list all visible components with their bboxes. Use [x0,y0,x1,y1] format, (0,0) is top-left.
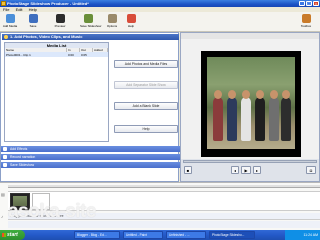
media-panel-title: 1. Add Photos, Video Clips, and Music [10,34,83,39]
maximize-button[interactable]: □ [306,1,312,6]
person [227,97,237,141]
person-head [242,90,250,99]
section-label: Record narration [10,155,36,159]
preview-button[interactable]: Preview [52,14,68,30]
preview-icon [55,14,65,23]
media-list[interactable]: Media List Name In Out Added Photo0001 -… [4,42,109,142]
section-record-narration[interactable]: Record narration [1,154,180,160]
options-button[interactable]: Options [104,14,120,30]
add-photos-button[interactable]: Add Photos and Media Files [114,60,178,68]
clock: 11:24 AM [303,233,318,237]
task-unfinished[interactable]: Unfinished - ... [166,231,206,239]
media-panel: 1. Add Photos, Video Clips, and Music Me… [0,32,180,182]
next-button[interactable]: ▸ [253,166,261,174]
help-icon [126,14,136,23]
section-save-slideshow[interactable]: Save Slideshow [1,162,180,168]
toolbar: Add Media Save Preview Save Slideshow Op… [0,12,320,32]
system-tray: 11:24 AM [285,230,320,240]
taskbar: start Blogger - Blog - Ed... Untitled - … [0,230,320,240]
save-slideshow-icon [83,14,93,23]
add-blank-slide-button[interactable]: Add a Blank Slide [114,102,178,110]
save-button[interactable]: Save [25,14,41,30]
person [255,97,265,141]
stop-button[interactable]: ■ [184,166,192,174]
video-track-icon: ▤ [1,192,5,197]
expand-icon [3,147,7,151]
toolbox-icon [301,14,311,23]
person [213,97,223,141]
person-head [228,90,236,99]
task-photostage[interactable]: PhotoStage Slidesho... [209,231,255,239]
person [269,97,279,141]
row-name: Photo0001 - Clip 1 [6,53,31,57]
section-add-effects[interactable]: Add Effects [1,146,180,152]
toolbox-button[interactable]: Toolbox [298,14,314,30]
add-media-icon [5,14,15,23]
previous-button[interactable]: ◂ [231,166,239,174]
add-separator-button[interactable]: Add Separator Slide Show [114,81,178,89]
section-label: Save Slideshow [10,163,35,167]
add-media-button[interactable]: Add Media [2,14,18,30]
help-panel-button[interactable]: Help [114,125,178,133]
person [281,97,291,141]
minimize-button[interactable]: _ [299,1,305,6]
expand-icon [3,155,7,159]
person-head [270,90,278,99]
save-icon [28,14,38,23]
windows-logo-icon [2,233,6,237]
start-button[interactable]: start [0,230,25,240]
row-out: 0:05 [81,53,87,57]
task-blogger[interactable]: Blogger - Blog - Ed... [74,231,120,239]
watermark: asoka-site [8,201,96,222]
person-head [214,90,222,99]
progress-bar[interactable] [183,160,317,163]
preview-screen [201,51,301,157]
title-bar: PhotoStage Slideshow Producer - Untitled… [0,0,320,7]
group-photo [207,57,295,149]
app-icon [1,1,6,6]
playback-controls: ■ ◂ ▶ ▸ ◘ [181,159,319,181]
person-head [256,90,264,99]
snapshot-icon[interactable]: ◘ [306,166,316,174]
help-button[interactable]: Help [123,14,139,30]
expand-icon [3,163,7,167]
save-slideshow-button[interactable]: Save Slideshow [80,14,101,30]
row-in: 0:00 [68,53,74,57]
preview-panel: ■ ◂ ▶ ▸ ◘ [180,32,320,182]
media-panel-header: 1. Add Photos, Video Clips, and Music [2,34,179,40]
person-head [282,90,290,99]
preview-header [181,33,319,39]
timeline-ruler[interactable] [8,185,320,188]
person [241,97,251,141]
play-button[interactable]: ▶ [241,166,251,174]
task-paint[interactable]: Untitled - Paint [123,231,163,239]
options-icon [107,14,117,23]
section-label: Add Effects [10,147,28,151]
media-header-icon [4,35,8,39]
window-title: PhotoStage Slideshow Producer - Untitled… [7,1,89,6]
close-button[interactable]: × [313,1,319,6]
music-track-icon: ♪ [1,214,3,219]
